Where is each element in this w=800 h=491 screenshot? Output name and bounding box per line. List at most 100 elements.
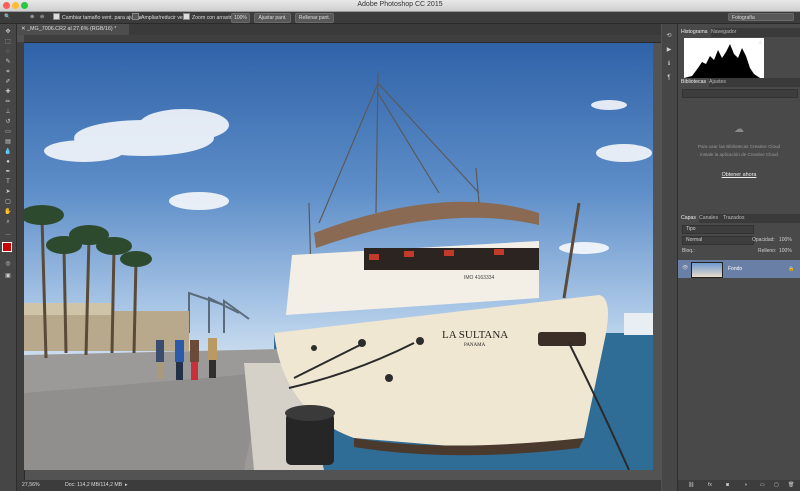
libraries-message-line2: instale la aplicación de Creative Cloud [700,152,778,157]
libraries-message-line1: Para usar las Bibliotecas Creative Cloud [697,144,781,149]
status-menu-icon[interactable]: ▸ [125,480,128,491]
layers-tabs: Capas Canales Trazados [678,214,800,223]
type-tool-icon[interactable]: T [3,178,13,186]
libraries-tabs: Bibliotecas Ajustes [678,78,800,87]
blend-mode-select[interactable]: Normal [682,236,754,245]
fill-value[interactable]: 100% [779,248,792,254]
history-panel-icon[interactable]: ⟲ [664,32,674,40]
dodge-tool-icon[interactable]: ● [3,158,13,166]
gradient-tool-icon[interactable]: ▤ [3,138,13,146]
hull-name-text: LA SULTANA [442,329,508,341]
brush-tool-icon[interactable]: ✏ [3,98,13,106]
status-bar: 27,56% Doc: 114,2 MB/114,2 MB ▸ [17,480,661,491]
ship-rigging [308,72,480,274]
right-panels: Histograma Navegador ⚠ Bibliotecas Ajust… [678,24,800,491]
distant-ship [624,313,653,335]
layer-style-icon[interactable]: fx [708,482,712,488]
pen-tool-icon[interactable]: ✒ [3,168,13,176]
hand-tool-icon[interactable]: ✋ [3,208,13,216]
foreground-color-swatch[interactable] [2,242,12,252]
quick-select-tool-icon[interactable]: ✎ [3,58,13,66]
opacity-label: Opacidad: [752,237,775,243]
tools-panel: ✥ ⬚ ◌ ✎ ⌗ ✐ ✚ ✏ ⊥ ↺ ▭ ▤ 💧 ● ✒ T ➤ ▢ ✋ ⌕ … [0,24,17,491]
fill-label: Relleno: [758,248,777,254]
libraries-dropdown[interactable] [682,89,798,98]
new-group-icon[interactable]: ▭ [760,482,765,488]
layer-kind-filter[interactable]: Tipo [682,225,754,234]
zoom-100-button[interactable]: 100% [231,13,250,23]
lasso-tool-icon[interactable]: ◌ [3,48,13,56]
document-canvas[interactable]: LA SULTANA PANAMA IMO 4163334 [24,43,653,470]
hull-port-text: PANAMA [464,343,486,348]
tab-channels[interactable]: Canales [696,214,721,223]
layer-lock-icon: 🔒 [788,266,795,272]
stern-plate-text: IMO 4163334 [464,275,495,281]
tab-histogram[interactable]: Histograma [678,28,711,37]
more-tools-icon[interactable]: … [3,230,13,238]
zoom-out-icon[interactable]: ⊖ [40,13,44,22]
scrubby-zoom-checkbox[interactable] [183,13,190,20]
eyedropper-tool-icon[interactable]: ✐ [3,78,13,86]
zoom-tool-icon[interactable]: ⌕ [3,218,13,226]
visibility-eye-icon[interactable]: 👁 [682,265,688,271]
move-tool-icon[interactable]: ✥ [3,28,13,36]
add-mask-icon[interactable]: ◙ [726,482,729,488]
photo-image: LA SULTANA PANAMA IMO 4163334 [24,72,653,470]
fit-screen-button[interactable]: Ajustar pant. [254,13,291,23]
lock-label: Bloq.: [682,248,695,254]
zoom-all-checkbox[interactable] [132,13,139,20]
adjustment-layer-icon[interactable]: ◑ [744,482,747,488]
resize-windows-checkbox[interactable] [53,13,60,20]
zoom-tool-icon[interactable]: 🔍 [4,13,10,22]
marquee-tool-icon[interactable]: ⬚ [3,38,13,46]
shape-tool-icon[interactable]: ▢ [3,198,13,206]
horizontal-ruler[interactable] [24,35,661,43]
buildings [24,311,189,351]
window-title: Adobe Photoshop CC 2015 [357,1,443,8]
creative-cloud-icon: ☁ [734,124,744,135]
healing-tool-icon[interactable]: ✚ [3,88,13,96]
document-tab[interactable]: ✕ _MG_7006.CR2 al 27,6% (RGB/16) * [17,24,129,35]
resize-windows-option[interactable]: Cambiar tamaño vent. para ajustar [53,13,142,22]
get-now-link[interactable]: Obtener ahora [678,172,800,178]
ship-awning [314,201,539,248]
quick-mask-icon[interactable]: ◎ [3,260,13,268]
path-select-tool-icon[interactable]: ➤ [3,188,13,196]
tab-adjustments[interactable]: Ajustes [706,78,729,87]
layer-name: Fondo [728,266,743,272]
hawse-plate [538,332,586,346]
document-tab-bar: ✕ _MG_7006.CR2 al 27,6% (RGB/16) * [17,24,661,35]
status-doc-info: Doc: 114,2 MB/114,2 MB [65,482,123,488]
options-bar: 🔍 ⊕ ⊖ Cambiar tamaño vent. para ajustar … [0,12,800,24]
delete-layer-icon[interactable]: 🗑 [788,482,794,488]
eraser-tool-icon[interactable]: ▭ [3,128,13,136]
tab-paths[interactable]: Trazados [720,214,747,223]
workspace-select[interactable]: Fotografía [728,13,794,21]
paragraph-panel-icon[interactable]: ¶ [664,74,674,82]
layer-row-background[interactable]: 👁 Fondo 🔒 [678,260,800,278]
status-zoom[interactable]: 27,56% [22,480,40,491]
histogram-warning-icon[interactable]: ⚠ [758,40,762,46]
crop-tool-icon[interactable]: ⌗ [3,68,13,76]
panel-icons-column: ⟲ ▶ ℹ ¶ [662,24,678,491]
tab-libraries[interactable]: Bibliotecas [678,78,710,87]
opacity-value[interactable]: 100% [779,237,792,243]
fill-screen-button[interactable]: Rellenar pant. [295,13,334,23]
properties-panel-icon[interactable]: ℹ [664,60,674,68]
tab-navigator[interactable]: Navegador [708,28,739,37]
title-bar: Adobe Photoshop CC 2015 [0,0,800,12]
histogram-graph [684,38,764,80]
actions-panel-icon[interactable]: ▶ [664,46,674,54]
layers-bottom-bar: ⛓ fx ◙ ◑ ▭ ▢ 🗑 [678,480,800,491]
zoom-in-icon[interactable]: ⊕ [30,13,34,22]
port-cranes [188,291,250,333]
new-layer-icon[interactable]: ▢ [774,482,779,488]
histogram-tabs: Histograma Navegador [678,28,800,37]
stamp-tool-icon[interactable]: ⊥ [3,108,13,116]
history-brush-tool-icon[interactable]: ↺ [3,118,13,126]
scrubby-zoom-option[interactable]: Zoom con arrastre [183,13,234,22]
blur-tool-icon[interactable]: 💧 [3,148,13,156]
zoom-all-option[interactable]: Ampliar/reducir vent. [132,13,189,22]
screen-mode-icon[interactable]: ▣ [3,272,13,280]
link-layers-icon[interactable]: ⛓ [688,482,694,488]
